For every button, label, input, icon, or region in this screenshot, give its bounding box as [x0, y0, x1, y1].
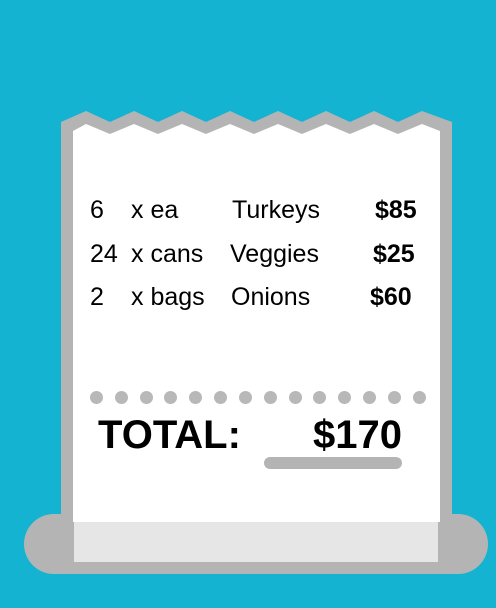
separator-dot: [115, 391, 128, 404]
item-quantity: 2: [90, 283, 104, 311]
total-amount: $170: [313, 413, 402, 457]
separator-dot: [189, 391, 202, 404]
separator-dot: [313, 391, 326, 404]
separator-dot: [239, 391, 252, 404]
separator-dot: [140, 391, 153, 404]
total-label: TOTAL:: [98, 413, 241, 457]
item-unit: x bags: [131, 283, 205, 311]
separator-dot: [214, 391, 227, 404]
item-quantity: 6: [90, 196, 104, 224]
item-unit: x ea: [131, 196, 179, 224]
receipt-line-item: 24 x cans Veggies $25: [0, 240, 496, 270]
item-price: $85: [375, 196, 417, 224]
separator-dot: [388, 391, 401, 404]
separator-dot: [289, 391, 302, 404]
dotted-separator: [90, 391, 430, 405]
item-unit: x cans: [131, 240, 204, 268]
separator-dot: [90, 391, 103, 404]
separator-dot: [338, 391, 351, 404]
separator-dot: [164, 391, 177, 404]
separator-dot: [264, 391, 277, 404]
item-name: Veggies: [230, 240, 319, 268]
separator-dot: [413, 391, 426, 404]
receipt-bottom-strip: [74, 522, 438, 562]
receipt-line-item: 2 x bags Onions $60: [0, 283, 496, 313]
item-price: $60: [370, 283, 412, 311]
separator-dot: [363, 391, 376, 404]
item-name: Turkeys: [232, 196, 320, 224]
item-name: Onions: [231, 283, 311, 311]
total-underline: [264, 457, 402, 469]
receipt-line-item: 6 x ea Turkeys $85: [0, 196, 496, 226]
item-price: $25: [373, 240, 415, 268]
item-quantity: 24: [90, 240, 118, 268]
